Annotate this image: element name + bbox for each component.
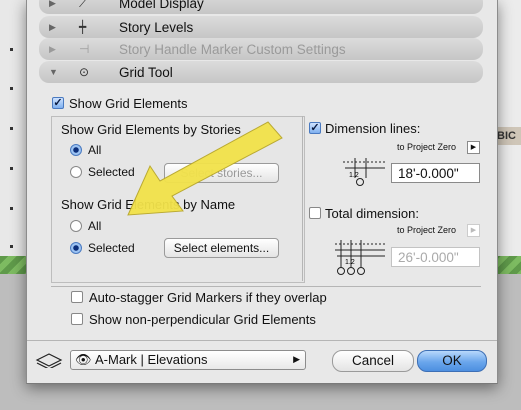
options-divider: [51, 286, 481, 287]
background-label: BIC: [497, 127, 521, 145]
section-label: Story Levels: [119, 19, 194, 35]
dimension-lines-checkbox[interactable]: ✓: [309, 122, 321, 134]
auto-stagger-label: Auto-stagger Grid Markers if they overla…: [89, 290, 327, 305]
model-display-icon: ⟋: [79, 0, 88, 10]
section-story-levels[interactable]: ▶ ┿ Story Levels: [39, 16, 483, 38]
dimension-ref-arrow-button[interactable]: ▶: [467, 141, 480, 154]
section-grid-tool[interactable]: ▼ ⊙ Grid Tool: [39, 61, 483, 83]
dimension-lines-label: Dimension lines:: [325, 121, 421, 136]
name-all-radio[interactable]: [70, 220, 82, 232]
grid-dot: [10, 245, 13, 248]
total-dimension-value-field[interactable]: 26'-0.000": [391, 247, 480, 267]
section-label: Model Display: [119, 0, 204, 11]
select-elements-button[interactable]: Select elements...: [164, 238, 279, 258]
name-selected-label: Selected: [88, 241, 135, 255]
show-grid-elements-checkbox[interactable]: ✓: [52, 97, 64, 109]
total-ref-label: to Project Zero: [397, 225, 457, 235]
cancel-button[interactable]: Cancel: [332, 350, 414, 372]
select-stories-button[interactable]: Select stories...: [164, 163, 279, 183]
stories-selected-radio[interactable]: [70, 166, 82, 178]
show-non-perpendicular-checkbox[interactable]: [71, 313, 83, 325]
dimension-ref-label: to Project Zero: [397, 142, 457, 152]
total-marker-label: 1.2: [345, 259, 355, 266]
grid-dot: [10, 87, 13, 90]
disclosure-triangle-down-icon[interactable]: ▼: [49, 67, 58, 77]
stories-selected-label: Selected: [88, 165, 135, 179]
name-selected-radio[interactable]: [70, 242, 82, 254]
dimension-marker-label: 1.2: [349, 172, 359, 179]
stories-all-label: All: [88, 143, 102, 157]
ok-button[interactable]: OK: [417, 350, 487, 372]
layer-combo-value: A-Mark | Elevations: [95, 352, 208, 367]
show-grid-elements-label: Show Grid Elements: [69, 96, 188, 111]
total-dimension-label: Total dimension:: [325, 206, 419, 221]
panel-divider: [302, 116, 303, 281]
eye-icon: 👁: [75, 352, 92, 367]
total-dimension-checkbox[interactable]: [309, 207, 321, 219]
background-ruler: [0, 0, 27, 260]
section-label: Grid Tool: [119, 64, 173, 80]
by-name-title: Show Grid Elements by Name: [61, 197, 236, 212]
grid-dot: [10, 167, 13, 170]
grid-dot: [10, 48, 13, 51]
total-dimension-diagram-icon: 1.2: [335, 240, 385, 275]
dimension-lines-value-field[interactable]: 18'-0.000": [391, 163, 480, 183]
grid-tool-icon: ⊙: [79, 65, 90, 79]
story-handle-icon: ⊣: [79, 42, 90, 56]
section-story-handle-marker[interactable]: ▶ ⊣ Story Handle Marker Custom Settings: [39, 38, 483, 60]
stories-all-radio[interactable]: [70, 144, 82, 156]
layer-combination-dropdown[interactable]: 👁 A-Mark | Elevations ▶: [70, 350, 306, 370]
disclosure-triangle-icon[interactable]: ▶: [49, 44, 56, 55]
story-levels-icon: ┿: [79, 20, 87, 34]
section-model-display[interactable]: ▶ ⟋ Model Display: [39, 0, 483, 14]
settings-dialog: ▶ ⟋ Model Display ▶ ┿ Story Levels ▶ ⊣ S…: [26, 0, 498, 384]
layers-icon: [35, 353, 63, 368]
by-stories-title: Show Grid Elements by Stories: [61, 122, 241, 137]
disclosure-triangle-icon[interactable]: ▶: [49, 0, 56, 9]
grid-dot: [10, 127, 13, 130]
section-label: Story Handle Marker Custom Settings: [119, 41, 346, 57]
name-all-label: All: [88, 219, 102, 233]
show-non-perpendicular-label: Show non-perpendicular Grid Elements: [89, 312, 316, 327]
dropdown-arrow-icon: ▶: [293, 354, 300, 364]
grid-dot: [10, 207, 13, 210]
dimension-diagram-icon: 1.2: [343, 158, 385, 186]
auto-stagger-checkbox[interactable]: [71, 291, 83, 303]
footer-divider: [27, 340, 497, 341]
background-right-pane: BIC: [496, 0, 521, 256]
total-ref-arrow-button[interactable]: ▶: [467, 224, 480, 237]
disclosure-triangle-icon[interactable]: ▶: [49, 22, 56, 33]
